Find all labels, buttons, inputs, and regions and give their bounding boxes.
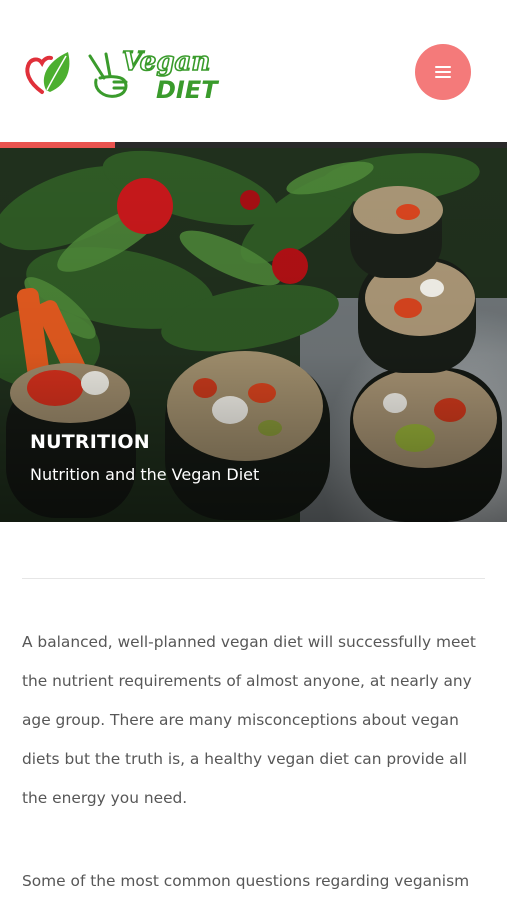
logo-word-vegan: Vegan (122, 47, 210, 77)
logo-word-diet: DIET (156, 76, 219, 104)
site-header: Vegan DIET (0, 0, 507, 142)
menu-button[interactable] (415, 44, 471, 100)
heart-leaf-icon (25, 52, 70, 94)
intro-paragraph: A balanced, well-planned vegan diet will… (22, 633, 476, 807)
peace-hand-icon (88, 52, 128, 98)
hamburger-icon (435, 66, 451, 78)
hero-title: NUTRITION (30, 431, 150, 453)
second-paragraph: Some of the most common questions regard… (22, 872, 470, 890)
hero-subtitle: Nutrition and the Vegan Diet (30, 465, 260, 484)
site-logo[interactable]: Vegan DIET (24, 42, 234, 106)
content-divider (22, 578, 485, 579)
vegan-diet-logo: Vegan DIET (25, 46, 219, 104)
